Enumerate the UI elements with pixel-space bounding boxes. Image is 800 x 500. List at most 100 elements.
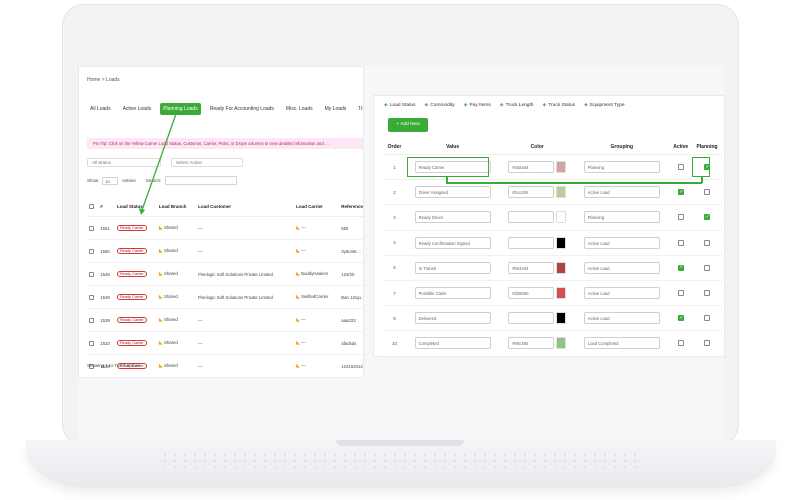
- active-checkbox[interactable]: [677, 340, 684, 347]
- value-input[interactable]: Ready Driver: [414, 211, 491, 224]
- status-badge[interactable]: Ready Carrier: [117, 317, 147, 324]
- color-input[interactable]: #bccc99: [508, 186, 555, 199]
- color-swatch[interactable]: [556, 211, 567, 224]
- planning-checkbox[interactable]: [704, 189, 711, 196]
- color-input[interactable]: #d25050: [508, 287, 555, 300]
- settings-tab-equipment-type[interactable]: ◈ Equipment Type: [584, 102, 624, 108]
- value-input[interactable]: Completed: [414, 337, 491, 350]
- value-input[interactable]: Ready Confirmation Signed: [414, 236, 491, 249]
- status-filter[interactable]: All Status: [87, 158, 161, 167]
- planning-checkbox[interactable]: [704, 239, 711, 246]
- load-customer[interactable]: Pinelogic Soft Solutions Private Limited: [196, 285, 295, 310]
- status-badge[interactable]: Ready Carrier: [117, 294, 147, 301]
- load-carrier[interactable]: —: [301, 248, 305, 253]
- status-badge[interactable]: Ready Carrier: [117, 340, 147, 347]
- active-checkbox[interactable]: [677, 290, 684, 297]
- grouping-select[interactable]: Active Load: [583, 287, 660, 300]
- row-checkbox[interactable]: [89, 271, 94, 277]
- row-checkbox[interactable]: [89, 248, 94, 254]
- search-input[interactable]: [165, 176, 238, 185]
- table-row[interactable]: 1548 Ready Carrier ◣ Shared Pinelogic Soft …: [87, 285, 363, 310]
- settings-tab-load-status[interactable]: ◈ Load Status: [384, 102, 415, 108]
- color-input[interactable]: #90c484: [508, 337, 555, 350]
- table-row[interactable]: 1550 Ready Carrier ◣ Shared — ◣ —3y5un6r…: [87, 239, 363, 264]
- add-new-button[interactable]: + Add New: [388, 118, 428, 132]
- row-checkbox[interactable]: [89, 225, 94, 231]
- column-header[interactable]: Load Carrier: [294, 197, 340, 218]
- value-input[interactable]: In Transit: [414, 261, 491, 274]
- color-swatch[interactable]: [556, 236, 567, 249]
- color-input[interactable]: [508, 211, 555, 224]
- color-input[interactable]: [508, 236, 555, 249]
- status-column-header[interactable]: Active: [669, 140, 693, 155]
- color-swatch[interactable]: [556, 287, 567, 300]
- load-customer[interactable]: —: [196, 354, 295, 377]
- load-carrier[interactable]: SwiftedCarrier: [301, 294, 328, 299]
- grouping-select[interactable]: Load Completed: [583, 337, 660, 350]
- active-checkbox[interactable]: [677, 164, 684, 171]
- table-row[interactable]: 1533 Ready Carrier ◣ Shared — ◣ — afadsds: [87, 331, 363, 356]
- row-checkbox[interactable]: [89, 340, 94, 346]
- color-swatch[interactable]: [556, 161, 567, 174]
- grouping-select[interactable]: Active Load: [583, 312, 660, 325]
- color-swatch[interactable]: [556, 337, 567, 350]
- load-customer[interactable]: —: [196, 308, 295, 333]
- planning-checkbox[interactable]: [704, 290, 711, 297]
- planning-checkbox[interactable]: [704, 214, 711, 221]
- status-badge[interactable]: Ready Carrier: [117, 248, 147, 255]
- status-column-header[interactable]: Value: [404, 140, 501, 155]
- grouping-select[interactable]: Planning: [583, 161, 660, 174]
- load-customer[interactable]: —: [196, 331, 295, 356]
- status-column-header[interactable]: Grouping: [574, 140, 670, 155]
- tab-planning-loads[interactable]: Planning Loads: [160, 103, 201, 115]
- load-carrier[interactable]: —: [301, 225, 305, 230]
- status-column-header[interactable]: Order: [384, 140, 405, 155]
- tab-misc-loads[interactable]: Misc. Loads: [283, 103, 316, 115]
- status-column-header[interactable]: Color: [500, 140, 575, 155]
- active-checkbox[interactable]: [677, 214, 684, 221]
- table-row[interactable]: 1539 Ready Carrier ◣ Shared — ◣ — aaa333: [87, 308, 363, 333]
- column-header[interactable]: Reference: [339, 197, 363, 218]
- color-input[interactable]: #b04444: [508, 261, 555, 274]
- select-all-checkbox[interactable]: [89, 204, 94, 210]
- color-swatch[interactable]: [556, 186, 567, 199]
- planning-checkbox[interactable]: [704, 264, 711, 271]
- grouping-select[interactable]: Active Load: [583, 261, 660, 274]
- planning-checkbox[interactable]: [704, 340, 711, 347]
- table-row[interactable]: 1549 Ready Carrier ◣ Shared Pinelogic Soft …: [87, 262, 363, 287]
- settings-tab-truck-status[interactable]: ◈ Truck Status: [542, 102, 575, 108]
- load-carrier[interactable]: —: [301, 363, 305, 368]
- column-header[interactable]: Load Branch: [156, 197, 197, 218]
- active-checkbox[interactable]: [677, 264, 684, 271]
- active-checkbox[interactable]: [677, 189, 684, 196]
- load-carrier[interactable]: BuddyHaulers: [301, 271, 328, 276]
- action-select[interactable]: Select Action: [171, 158, 243, 167]
- grouping-select[interactable]: Active Load: [583, 186, 660, 199]
- tab-my-loads[interactable]: My Loads: [322, 103, 350, 115]
- column-header[interactable]: #: [98, 197, 116, 218]
- load-carrier[interactable]: —: [301, 317, 305, 322]
- status-column-header[interactable]: Planning: [692, 140, 722, 155]
- settings-tab-pay-items[interactable]: ◈ Pay Items: [464, 102, 491, 108]
- row-checkbox[interactable]: [89, 294, 94, 300]
- value-input[interactable]: Driver Assigned: [414, 186, 491, 199]
- tab-all-loads[interactable]: All Loads: [87, 103, 114, 115]
- value-input[interactable]: Delivered: [414, 312, 491, 325]
- entries-select[interactable]: 10: [102, 176, 119, 185]
- row-checkbox[interactable]: [89, 317, 94, 323]
- load-customer[interactable]: —: [196, 216, 295, 241]
- grouping-select[interactable]: Active Load: [583, 236, 660, 249]
- status-badge[interactable]: Ready Carrier: [117, 225, 147, 232]
- color-swatch[interactable]: [556, 261, 567, 274]
- settings-tab-truck-length[interactable]: ◈ Truck Length: [500, 102, 534, 108]
- tab-trashed-loads[interactable]: Trashed Loads: [355, 103, 363, 115]
- active-checkbox[interactable]: [677, 315, 684, 322]
- color-swatch[interactable]: [556, 312, 567, 325]
- grouping-select[interactable]: Planning: [583, 211, 660, 224]
- table-row[interactable]: 1551 Ready Carrier ◣ Shared — ◣ —555: [87, 216, 363, 241]
- load-carrier[interactable]: —: [301, 340, 305, 345]
- color-input[interactable]: [508, 312, 555, 325]
- tab-ready-for-accounting-loads[interactable]: Ready For Accounting Loads: [207, 103, 277, 115]
- planning-checkbox[interactable]: [704, 315, 711, 322]
- tab-active-loads[interactable]: Active Loads: [120, 103, 155, 115]
